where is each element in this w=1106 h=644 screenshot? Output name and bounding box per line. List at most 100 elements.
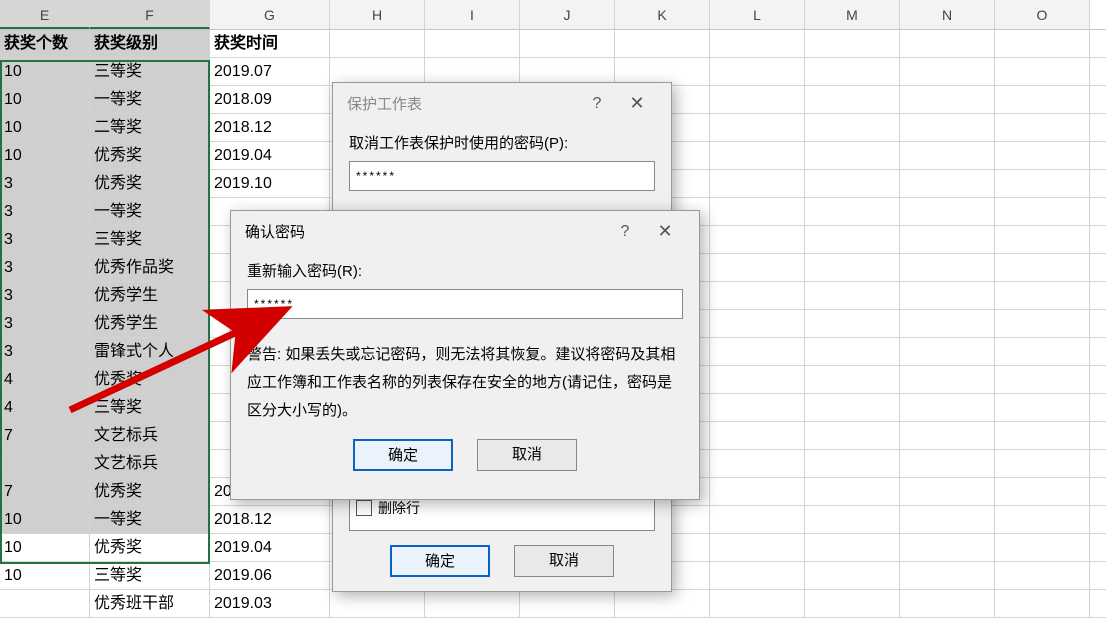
cell[interactable] xyxy=(710,422,805,449)
cell[interactable] xyxy=(900,30,995,57)
cell[interactable] xyxy=(900,198,995,225)
cell[interactable] xyxy=(805,590,900,617)
cell[interactable] xyxy=(900,590,995,617)
cell[interactable] xyxy=(710,394,805,421)
cell[interactable] xyxy=(710,142,805,169)
cell[interactable] xyxy=(900,506,995,533)
cell[interactable] xyxy=(995,506,1090,533)
cell[interactable] xyxy=(900,254,995,281)
col-header-E[interactable]: E xyxy=(0,0,90,29)
cell[interactable] xyxy=(805,338,900,365)
cell[interactable]: 优秀奖 xyxy=(90,170,210,197)
cell[interactable]: 4 xyxy=(0,366,90,393)
cell[interactable]: 2019.10 xyxy=(210,170,330,197)
cell[interactable]: 文艺标兵 xyxy=(90,422,210,449)
cell[interactable]: 获奖时间 xyxy=(210,30,330,57)
cell[interactable] xyxy=(995,198,1090,225)
cell[interactable] xyxy=(995,142,1090,169)
cell[interactable]: 10 xyxy=(0,534,90,561)
cell[interactable] xyxy=(425,590,520,617)
cell[interactable] xyxy=(995,310,1090,337)
cell[interactable] xyxy=(805,254,900,281)
cell[interactable] xyxy=(710,226,805,253)
cell[interactable] xyxy=(995,562,1090,589)
cell[interactable]: 获奖级别 xyxy=(90,30,210,57)
cell[interactable] xyxy=(710,86,805,113)
cell[interactable] xyxy=(710,562,805,589)
cell[interactable] xyxy=(805,366,900,393)
cell[interactable]: 10 xyxy=(0,506,90,533)
cell[interactable] xyxy=(805,58,900,85)
cell[interactable] xyxy=(900,478,995,505)
col-header-G[interactable]: G xyxy=(210,0,330,29)
col-header-L[interactable]: L xyxy=(710,0,805,29)
cell[interactable] xyxy=(995,170,1090,197)
cell[interactable] xyxy=(805,170,900,197)
col-header-M[interactable]: M xyxy=(805,0,900,29)
cell[interactable] xyxy=(425,30,520,57)
cell[interactable]: 三等奖 xyxy=(90,58,210,85)
cell[interactable] xyxy=(710,30,805,57)
cell[interactable]: 优秀奖 xyxy=(90,142,210,169)
cell[interactable]: 3 xyxy=(0,170,90,197)
cell[interactable]: 3 xyxy=(0,254,90,281)
cell[interactable]: 文艺标兵 xyxy=(90,450,210,477)
cancel-button[interactable]: 取消 xyxy=(514,545,614,577)
cell[interactable] xyxy=(425,58,520,85)
cell[interactable] xyxy=(805,226,900,253)
cell[interactable] xyxy=(900,422,995,449)
table-row[interactable]: 获奖个数 获奖级别 获奖时间 xyxy=(0,30,1106,58)
cell[interactable] xyxy=(710,590,805,617)
cell[interactable] xyxy=(900,142,995,169)
cell[interactable]: 3 xyxy=(0,282,90,309)
cell[interactable] xyxy=(805,534,900,561)
cell[interactable]: 2019.03 xyxy=(210,590,330,617)
cell[interactable] xyxy=(995,30,1090,57)
cell[interactable]: 一等奖 xyxy=(90,506,210,533)
cell[interactable]: 雷锋式个人 xyxy=(90,338,210,365)
cell[interactable] xyxy=(805,506,900,533)
cell[interactable] xyxy=(710,506,805,533)
cell[interactable] xyxy=(900,450,995,477)
cell[interactable]: 优秀奖 xyxy=(90,366,210,393)
cell[interactable]: 7 xyxy=(0,478,90,505)
cell[interactable] xyxy=(995,338,1090,365)
cell[interactable] xyxy=(710,366,805,393)
cell[interactable] xyxy=(710,198,805,225)
ok-button[interactable]: 确定 xyxy=(353,439,453,471)
cell[interactable] xyxy=(995,534,1090,561)
cell[interactable] xyxy=(330,590,425,617)
cell[interactable]: 2019.04 xyxy=(210,534,330,561)
col-header-N[interactable]: N xyxy=(900,0,995,29)
cell[interactable] xyxy=(995,58,1090,85)
cell[interactable] xyxy=(995,394,1090,421)
cell[interactable]: 2018.12 xyxy=(210,114,330,141)
cell[interactable] xyxy=(900,562,995,589)
cell[interactable] xyxy=(520,30,615,57)
cell[interactable]: 10 xyxy=(0,58,90,85)
cell[interactable]: 10 xyxy=(0,114,90,141)
col-header-O[interactable]: O xyxy=(995,0,1090,29)
cell[interactable] xyxy=(710,310,805,337)
cell[interactable] xyxy=(710,450,805,477)
cell[interactable] xyxy=(805,142,900,169)
cell[interactable] xyxy=(805,450,900,477)
cell[interactable] xyxy=(995,226,1090,253)
checkbox-icon[interactable] xyxy=(356,500,372,516)
cell[interactable] xyxy=(995,114,1090,141)
cell[interactable] xyxy=(520,590,615,617)
cell[interactable]: 三等奖 xyxy=(90,394,210,421)
cell[interactable] xyxy=(805,422,900,449)
cell[interactable]: 2019.06 xyxy=(210,562,330,589)
cell[interactable] xyxy=(710,534,805,561)
col-header-H[interactable]: H xyxy=(330,0,425,29)
cell[interactable] xyxy=(995,450,1090,477)
cell[interactable]: 优秀学生 xyxy=(90,310,210,337)
table-row[interactable]: 优秀班干部2019.03 xyxy=(0,590,1106,618)
cell[interactable]: 一等奖 xyxy=(90,86,210,113)
cell[interactable]: 优秀班干部 xyxy=(90,590,210,617)
cell[interactable] xyxy=(805,478,900,505)
cell[interactable] xyxy=(805,310,900,337)
cell[interactable] xyxy=(615,58,710,85)
col-header-K[interactable]: K xyxy=(615,0,710,29)
